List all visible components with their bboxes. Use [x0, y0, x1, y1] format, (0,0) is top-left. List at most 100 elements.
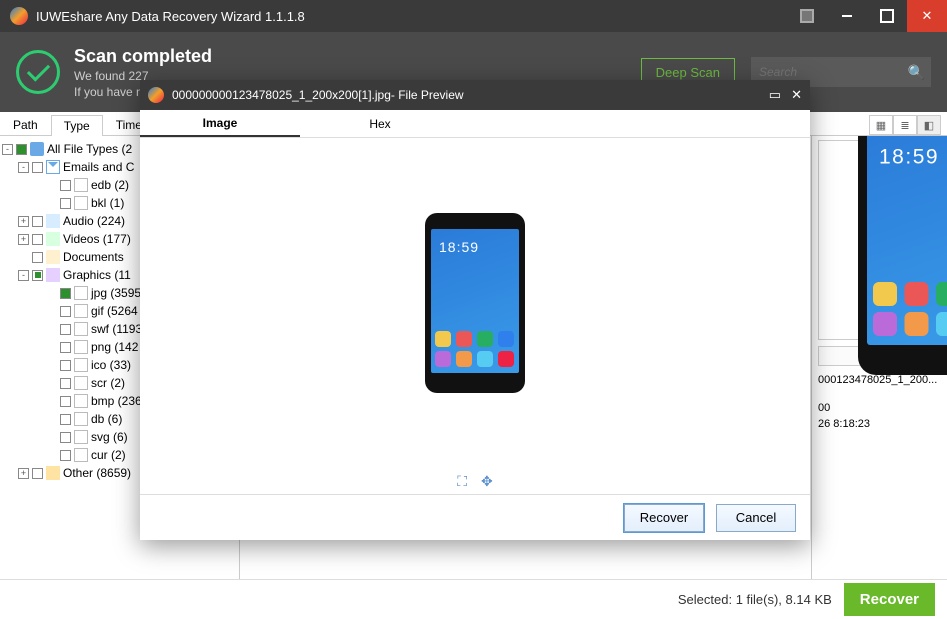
- checkbox[interactable]: [60, 180, 71, 191]
- twist-icon[interactable]: -: [2, 144, 13, 155]
- dialog-minimize-icon[interactable]: ▭: [769, 87, 781, 103]
- tree-swf[interactable]: swf (1193: [91, 320, 142, 338]
- dialog-titlebar[interactable]: 000000000123478025_1_200x200[1].jpg- Fil…: [140, 80, 810, 110]
- status-title: Scan completed: [74, 46, 212, 67]
- tab-hex[interactable]: Hex: [300, 110, 460, 137]
- tab-image[interactable]: Image: [140, 110, 300, 137]
- tree-db[interactable]: db (6): [91, 410, 122, 428]
- file-icon: [74, 358, 88, 372]
- checkbox[interactable]: [32, 216, 43, 227]
- checkbox[interactable]: [60, 378, 71, 389]
- checkbox[interactable]: [60, 432, 71, 443]
- twist-icon[interactable]: -: [18, 162, 29, 173]
- twist-icon[interactable]: -: [18, 270, 29, 281]
- maximize-icon[interactable]: [867, 0, 907, 32]
- checkbox[interactable]: [60, 450, 71, 461]
- app-icon: [148, 87, 164, 103]
- checkbox[interactable]: [60, 324, 71, 335]
- file-icon: [74, 196, 88, 210]
- window-controls: [787, 0, 947, 32]
- preview-image-area: 18:59: [140, 138, 810, 468]
- file-icon: [74, 178, 88, 192]
- checkbox[interactable]: [60, 414, 71, 425]
- twist-icon[interactable]: +: [18, 234, 29, 245]
- view-detail-icon[interactable]: ◧: [917, 115, 941, 135]
- phone-clock: 18:59: [431, 229, 519, 255]
- minimize-icon[interactable]: [827, 0, 867, 32]
- checkbox[interactable]: [60, 198, 71, 209]
- tree-ico[interactable]: ico (33): [91, 356, 131, 374]
- unknown-control-icon[interactable]: [787, 0, 827, 32]
- preview-mode-tabs: Image Hex: [140, 110, 810, 138]
- preview-thumbnail: 18:59: [818, 140, 938, 340]
- preview-date: 26 8:18:23: [818, 416, 941, 432]
- graphics-icon: [46, 268, 60, 282]
- checkbox[interactable]: [32, 468, 43, 479]
- tree-bkl[interactable]: bkl (1): [91, 194, 124, 212]
- checkbox[interactable]: [32, 252, 43, 263]
- dialog-title: 000000000123478025_1_200x200[1].jpg- Fil…: [172, 88, 464, 102]
- checkbox[interactable]: [60, 396, 71, 407]
- file-icon: [74, 340, 88, 354]
- audio-icon: [46, 214, 60, 228]
- tree-other[interactable]: Other (8659): [63, 464, 131, 482]
- preview-size: 00: [818, 400, 941, 416]
- preview-panel: 18:59 view 000123478025_1_200... 00 26 8…: [811, 136, 947, 579]
- recover-button[interactable]: Recover: [844, 583, 935, 616]
- checkbox[interactable]: [32, 270, 43, 281]
- view-mode-toggles: ▦ ≣ ◧: [869, 115, 941, 135]
- tree-scr[interactable]: scr (2): [91, 374, 125, 392]
- tree-documents[interactable]: Documents: [63, 248, 124, 266]
- preview-tools: ⛶ ✥: [140, 468, 810, 494]
- tree-graphics[interactable]: Graphics (11: [63, 266, 131, 284]
- file-icon: [74, 394, 88, 408]
- tree-emails[interactable]: Emails and C: [63, 158, 134, 176]
- dialog-recover-button[interactable]: Recover: [624, 504, 704, 532]
- scan-complete-check-icon: [16, 50, 60, 94]
- file-icon: [74, 448, 88, 462]
- tree-jpg[interactable]: jpg (3595: [91, 284, 141, 302]
- close-icon[interactable]: [907, 0, 947, 32]
- checkbox[interactable]: [16, 144, 27, 155]
- checkbox[interactable]: [60, 342, 71, 353]
- tab-path[interactable]: Path: [0, 114, 51, 135]
- titlebar: IUWEshare Any Data Recovery Wizard 1.1.1…: [0, 0, 947, 32]
- tree-audio[interactable]: Audio (224): [63, 212, 125, 230]
- tree-root[interactable]: All File Types (2: [47, 140, 132, 158]
- checkbox[interactable]: [60, 288, 71, 299]
- file-preview-dialog: 000000000123478025_1_200x200[1].jpg- Fil…: [140, 80, 810, 540]
- file-icon: [74, 430, 88, 444]
- tree-bmp[interactable]: bmp (236: [91, 392, 142, 410]
- tree-gif[interactable]: gif (5264: [91, 302, 138, 320]
- drive-icon: [30, 142, 44, 156]
- view-list-icon[interactable]: ≣: [893, 115, 917, 135]
- file-icon: [74, 322, 88, 336]
- actual-size-icon[interactable]: ✥: [481, 473, 493, 490]
- checkbox[interactable]: [60, 360, 71, 371]
- tree-videos[interactable]: Videos (177): [63, 230, 131, 248]
- tab-type[interactable]: Type: [51, 115, 103, 136]
- checkbox[interactable]: [60, 306, 71, 317]
- mail-icon: [46, 160, 60, 174]
- view-grid-icon[interactable]: ▦: [869, 115, 893, 135]
- preview-image: 18:59: [425, 213, 525, 393]
- footer: Selected: 1 file(s), 8.14 KB Recover: [0, 579, 947, 619]
- fit-icon[interactable]: ⛶: [457, 473, 467, 490]
- dialog-close-icon[interactable]: ✕: [791, 87, 802, 103]
- twist-icon[interactable]: +: [18, 216, 29, 227]
- tree-png[interactable]: png (142: [91, 338, 138, 356]
- tree-edb[interactable]: edb (2): [91, 176, 129, 194]
- app-title: IUWEshare Any Data Recovery Wizard 1.1.1…: [36, 9, 305, 24]
- folder-icon: [46, 466, 60, 480]
- file-icon: [74, 286, 88, 300]
- checkbox[interactable]: [32, 162, 43, 173]
- file-icon: [74, 304, 88, 318]
- video-icon: [46, 232, 60, 246]
- tree-svg[interactable]: svg (6): [91, 428, 128, 446]
- document-icon: [46, 250, 60, 264]
- tree-cur[interactable]: cur (2): [91, 446, 126, 464]
- checkbox[interactable]: [32, 234, 43, 245]
- dialog-cancel-button[interactable]: Cancel: [716, 504, 796, 532]
- selection-summary: Selected: 1 file(s), 8.14 KB: [678, 592, 832, 607]
- twist-icon[interactable]: +: [18, 468, 29, 479]
